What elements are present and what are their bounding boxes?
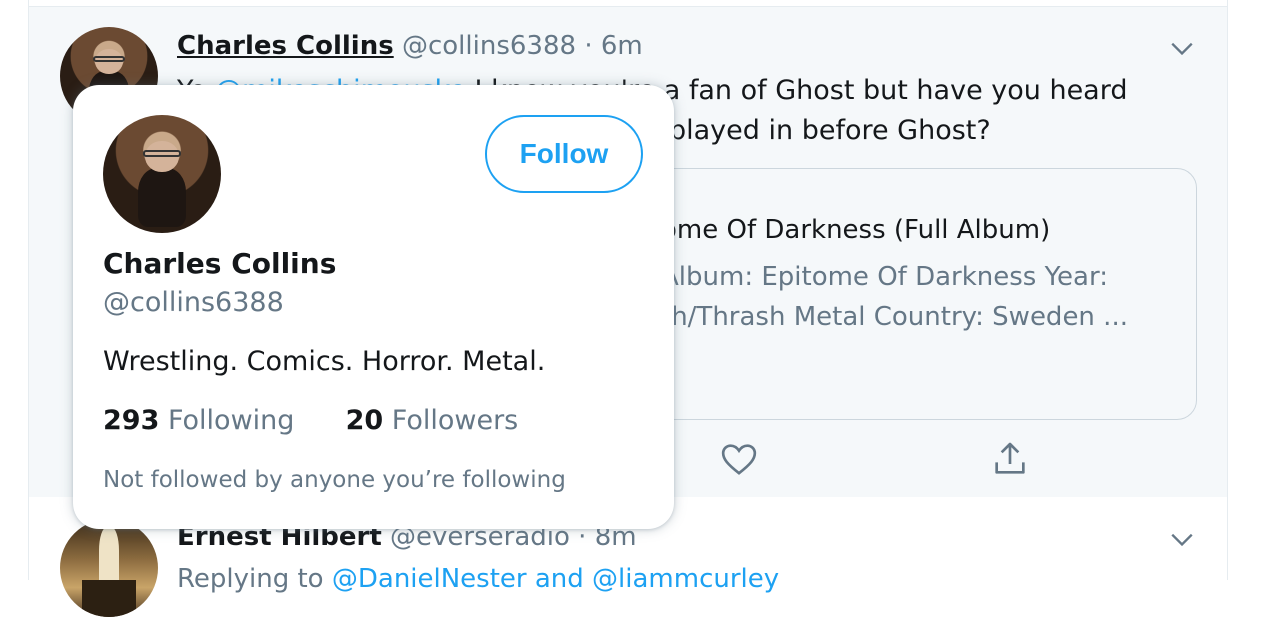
- following-count: 293: [103, 405, 160, 436]
- follow-button[interactable]: Follow: [485, 115, 643, 193]
- followed-by-note: Not followed by anyone you’re following: [103, 467, 566, 493]
- followers-count: 20: [345, 405, 384, 436]
- avatar[interactable]: [103, 115, 221, 233]
- author-handle[interactable]: @collins6388: [402, 31, 576, 61]
- separator: ·: [584, 31, 593, 61]
- reply-context: Replying to @DanielNester and @liammcurl…: [177, 559, 779, 599]
- avatar-figure: [99, 526, 119, 586]
- followers-label: Followers: [391, 405, 519, 436]
- reply-to-link[interactable]: @DanielNester and @liammcurley: [332, 564, 779, 594]
- chevron-down-icon[interactable]: [1169, 526, 1195, 552]
- chevron-down-icon[interactable]: [1169, 35, 1195, 61]
- card-desc-line-1: Album: Epitome Of Darkness Year:: [661, 262, 1108, 292]
- card-desc-line-2: th/Thrash Metal Country: Sweden ...: [661, 302, 1128, 332]
- avatar[interactable]: [60, 519, 158, 617]
- timestamp[interactable]: 6m: [601, 31, 643, 61]
- avatar-podium: [81, 579, 137, 617]
- share-icon[interactable]: [990, 439, 1030, 479]
- avatar-glasses: [143, 150, 181, 158]
- profile-handle[interactable]: @collins6388: [103, 287, 284, 318]
- profile-name[interactable]: Charles Collins: [103, 247, 336, 280]
- card-title: ome Of Darkness (Full Album): [661, 215, 1051, 245]
- avatar-beard: [138, 168, 186, 228]
- profile-bio: Wrestling. Comics. Horror. Metal.: [103, 346, 546, 377]
- following-label: Following: [167, 405, 295, 436]
- author-name[interactable]: Charles Collins: [177, 31, 394, 61]
- profile-stats: 293 Following 20 Followers: [103, 405, 518, 436]
- followers-stat[interactable]: 20 Followers: [346, 405, 519, 436]
- reply-prefix: Replying to: [177, 564, 324, 594]
- tweet-header: Charles Collins @collins6388 · 6m: [177, 31, 643, 61]
- link-card[interactable]: ome Of Darkness (Full Album) Album: Epit…: [629, 168, 1197, 420]
- profile-hovercard: Follow Charles Collins @collins6388 Wres…: [73, 85, 674, 529]
- following-stat[interactable]: 293 Following: [103, 405, 303, 436]
- tweet-text-line-2: played in before Ghost?: [669, 115, 991, 146]
- card-description: Album: Epitome Of Darkness Year: th/Thra…: [661, 257, 1128, 337]
- heart-icon[interactable]: [719, 439, 759, 479]
- avatar-glasses: [93, 56, 125, 63]
